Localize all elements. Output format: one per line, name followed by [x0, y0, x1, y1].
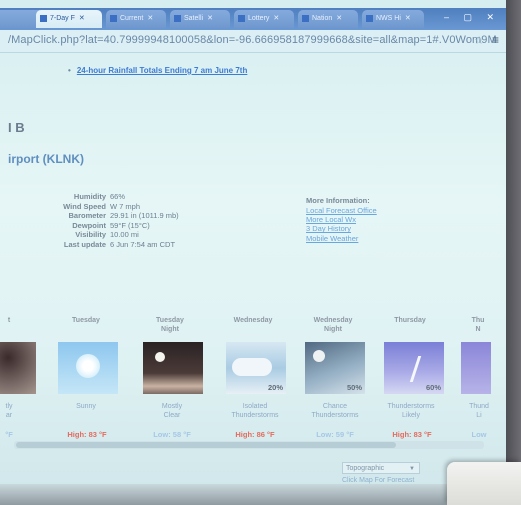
thunderstorms-likely-icon: 60% [384, 342, 444, 394]
browser-tab-6[interactable]: NWS Hi ✕ [362, 10, 424, 28]
forecast-description: Chance Thunderstorms [311, 403, 359, 419]
forecast-period-label: Wednesday Night [313, 317, 353, 333]
screen-bottom-edge [0, 484, 521, 505]
observation-row: Barometer 29.91 in (1011.9 mb) [68, 211, 179, 221]
forecast-temperature: High: 83 °F [67, 430, 107, 439]
forecast-period-label: Wednesday [233, 317, 273, 324]
browser-tab-5[interactable]: Nation ✕ [298, 10, 358, 28]
address-bar[interactable]: /MapClick.php?lat=40.79999948100058&lon=… [0, 30, 506, 53]
more-information-panel: More Information: Local Forecast Office … [306, 196, 377, 243]
tab-close-icon[interactable]: ✕ [207, 15, 213, 22]
current-conditions-table: Humidity 66% Wind Speed W 7 mph Barometer 2… [20, 192, 179, 250]
click-map-caption: Click Map For Forecast [342, 477, 415, 484]
rainfall-totals-link[interactable]: 24-hour Rainfall Totals Ending 7 am June… [77, 66, 248, 75]
forecast-description: Thund Li [469, 403, 489, 419]
tab-favicon-icon [366, 14, 373, 22]
chevron-down-icon: ▼ [409, 466, 415, 472]
forecast-period-label: Thu N [471, 317, 485, 333]
laptop-corner [447, 462, 521, 505]
tab-close-icon[interactable]: ✕ [273, 15, 279, 22]
forecast-description: Isolated Thunderstorms [231, 403, 279, 419]
forecast-temperature: High: 86 °F [235, 430, 275, 439]
thunderstorms-likely-icon [461, 342, 491, 394]
projected-screen: 7-Day F ✕ Current ✕ Satelli ✕ Lottery ✕ Nati… [0, 0, 506, 505]
forecast-temperature: High: 83 °F [392, 430, 432, 439]
observation-row: Wind Speed W 7 mph [63, 201, 141, 211]
observation-row: Humidity 66% [73, 192, 126, 201]
tab-bar: 7-Day F ✕ Current ✕ Satelli ✕ Lottery ✕ Nati… [0, 8, 506, 30]
observation-row: Visibility 10.00 mi [75, 230, 139, 240]
more-local-wx-link[interactable]: More Local Wx [306, 215, 377, 224]
mostly-clear-night-icon [0, 342, 36, 394]
browser-tab-2[interactable]: Current ✕ [106, 10, 166, 28]
forecast-description: Sunny [76, 403, 96, 410]
tab-favicon-icon [110, 14, 117, 22]
map-type-select[interactable]: Topographic ▼ [342, 462, 420, 474]
room-wall [506, 0, 521, 505]
browser-tab-3[interactable]: Satelli ✕ [170, 10, 230, 28]
forecast-period-label: Tuesday [72, 317, 100, 324]
forecast-description: Thunderstorms Likely [387, 403, 435, 419]
forecast-scrollbar-thumb[interactable] [16, 442, 396, 448]
station-title: irport (KLNK) [8, 152, 84, 166]
browser-tab-1[interactable]: 7-Day F ✕ [36, 10, 102, 28]
sunny-icon [58, 342, 118, 394]
observation-row: Dewpoint 59°F (15°C) [72, 220, 150, 230]
chance-thunderstorms-night-icon: 50% [305, 342, 365, 394]
tab-close-icon[interactable]: ✕ [336, 15, 342, 22]
forecast-temperature: °F [5, 430, 13, 439]
mobile-weather-link[interactable]: Mobile Weather [306, 234, 377, 243]
local-forecast-office-link[interactable]: Local Forecast Office [306, 206, 377, 215]
tab-favicon-icon [302, 14, 309, 22]
rainfall-link-item: • 24-hour Rainfall Totals Ending 7 am Jun… [68, 66, 247, 75]
forecast-temperature: Low: 59 °F [316, 430, 354, 439]
forecast-period-label: t [7, 317, 11, 324]
url-text[interactable]: /MapClick.php?lat=40.79999948100058&lon=… [8, 34, 497, 46]
precip-chance: 20% [267, 383, 283, 392]
forecast-period-label: Tuesday Night [156, 317, 184, 333]
precip-chance: 50% [346, 383, 362, 392]
browser-menu-icon[interactable]: ≡ [492, 33, 499, 47]
tab-close-icon[interactable]: ✕ [405, 15, 411, 22]
section-marker: I B [8, 120, 25, 135]
three-day-history-link[interactable]: 3 Day History [306, 224, 377, 233]
tab-favicon-icon [174, 14, 181, 22]
mostly-clear-night-icon [143, 342, 203, 394]
forecast-description: tly ar [5, 403, 13, 419]
bookmark-star-icon[interactable]: ☆ [474, 34, 484, 47]
forecast-temperature: Low [471, 430, 487, 439]
forecast-period-label: Thursday [394, 317, 426, 324]
browser-tab-4[interactable]: Lottery ✕ [234, 10, 294, 28]
forecast-description: Mostly Clear [161, 403, 183, 419]
window-controls[interactable]: – ▢ ✕ [444, 12, 500, 24]
tab-favicon-icon [238, 14, 245, 22]
bullet-icon: • [68, 66, 71, 75]
tab-favicon-icon [40, 14, 47, 22]
tab-close-icon[interactable]: ✕ [147, 15, 153, 22]
forecast-temperature: Low: 58 °F [153, 430, 191, 439]
observation-row: Last update 6 Jun 7:54 am CDT [63, 239, 176, 249]
tab-close-icon[interactable]: ✕ [79, 15, 85, 22]
isolated-thunderstorms-icon: 20% [226, 342, 286, 394]
more-information-heading: More Information: [306, 196, 370, 205]
precip-chance: 60% [425, 383, 441, 392]
